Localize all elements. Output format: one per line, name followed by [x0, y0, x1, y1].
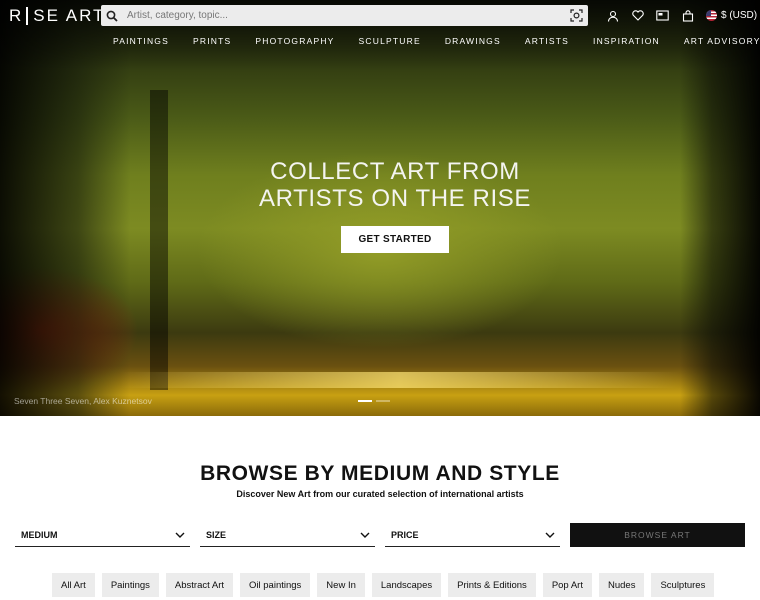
hero-artwork-stroke — [150, 90, 168, 390]
style-tag[interactable]: All Art — [52, 573, 95, 597]
medium-select[interactable]: MEDIUM — [15, 523, 190, 547]
gift-card-icon[interactable] — [650, 5, 675, 26]
price-select-label: PRICE — [391, 529, 419, 540]
rise-art-logo[interactable]: R SE ART — [9, 6, 105, 26]
nav-item-artists[interactable]: ARTISTS — [525, 36, 569, 46]
us-flag-icon — [706, 10, 717, 21]
chevron-down-icon — [175, 530, 185, 540]
price-select[interactable]: PRICE — [385, 523, 560, 547]
browse-filters: MEDIUM SIZE PRICE BROWSE ART — [15, 523, 745, 548]
hero-artwork-highlight — [120, 372, 680, 388]
nav-item-prints[interactable]: PRINTS — [193, 36, 231, 46]
logo-bar — [26, 7, 29, 25]
search-icon[interactable] — [101, 5, 123, 26]
style-tag[interactable]: Landscapes — [371, 573, 442, 597]
nav-item-drawings[interactable]: DRAWINGS — [445, 36, 501, 46]
hero-title-line2: ARTISTS ON THE RISE — [259, 185, 531, 212]
currency-label: $ (USD) — [721, 10, 758, 21]
carousel-indicators — [358, 400, 390, 402]
get-started-button[interactable]: GET STARTED — [341, 226, 449, 253]
nav-item-inspiration[interactable]: INSPIRATION — [593, 36, 660, 46]
style-tag[interactable]: Sculptures — [651, 573, 715, 597]
hero-title: COLLECT ART FROM ARTISTS ON THE RISE — [200, 158, 590, 212]
style-tag[interactable]: Oil paintings — [240, 573, 311, 597]
size-select[interactable]: SIZE — [200, 523, 375, 547]
visual-search-icon[interactable] — [564, 5, 588, 26]
style-tag[interactable]: Prints & Editions — [448, 573, 536, 597]
nav-item-photography[interactable]: PHOTOGRAPHY — [255, 36, 334, 46]
style-tag[interactable]: Abstract Art — [165, 573, 234, 597]
style-tag[interactable]: Nudes — [598, 573, 645, 597]
user-icon[interactable] — [600, 5, 625, 26]
browse-title: BROWSE BY MEDIUM AND STYLE — [200, 462, 560, 485]
cart-icon[interactable] — [675, 5, 700, 26]
search-input[interactable] — [123, 5, 564, 26]
medium-select-label: MEDIUM — [21, 529, 58, 540]
carousel-dot[interactable] — [376, 400, 390, 402]
hero-title-line1: COLLECT ART FROM — [270, 158, 520, 185]
style-tag[interactable]: Paintings — [101, 573, 159, 597]
size-select-label: SIZE — [206, 529, 227, 540]
nav-item-art-advisory[interactable]: ART ADVISORY — [684, 36, 760, 46]
browse-art-button[interactable]: BROWSE ART — [570, 523, 745, 547]
carousel-dot[interactable] — [358, 400, 372, 402]
header-actions: $ (USD) — [600, 5, 757, 26]
style-tag[interactable]: New In — [317, 573, 365, 597]
nav-item-sculpture[interactable]: SCULPTURE — [359, 36, 421, 46]
main-navigation: PAINTINGS PRINTS PHOTOGRAPHY SCULPTURE DRAWI… — [100, 33, 759, 49]
currency-selector[interactable]: $ (USD) — [706, 10, 757, 21]
site-header: R SE ART $ (USD) PAINTINGS PRINTS PHOTOGRA… — [0, 0, 760, 56]
chevron-down-icon — [360, 530, 370, 540]
logo-text-right: SE ART — [33, 6, 106, 25]
hero-banner[interactable]: COLLECT ART FROM ARTISTS ON THE RISE GET… — [0, 0, 760, 416]
heart-icon[interactable] — [625, 5, 650, 26]
artwork-caption[interactable]: Seven Three Seven, Alex Kuznetsov — [14, 396, 152, 406]
chevron-down-icon — [545, 530, 555, 540]
style-tag[interactable]: Pop Art — [542, 573, 592, 597]
style-tags: All Art Paintings Abstract Art Oil painting… — [52, 573, 715, 597]
browse-subtitle: Discover New Art from our curated select… — [236, 489, 524, 499]
logo-text-left: R — [9, 6, 24, 25]
nav-item-paintings[interactable]: PAINTINGS — [113, 36, 169, 46]
search-bar — [101, 5, 588, 26]
